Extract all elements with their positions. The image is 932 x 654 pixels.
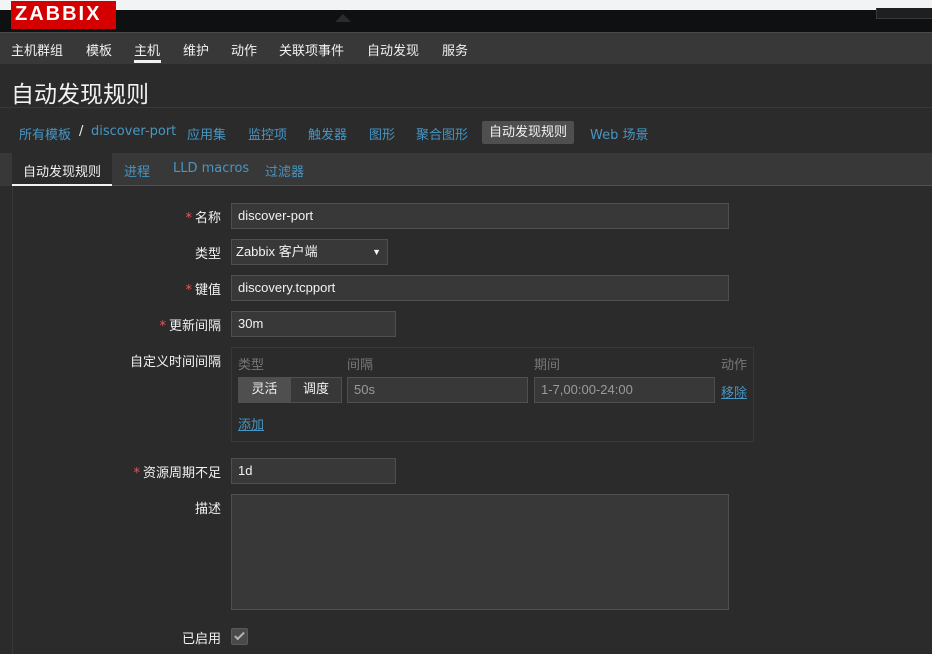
enabled-label: 已启用 bbox=[181, 632, 221, 647]
crumb-items[interactable]: 监控项 bbox=[248, 124, 287, 143]
form-area: * 名称 discover-port 类型 Zabbix 客户端 ▼ * 键值 dis… bbox=[12, 186, 932, 654]
key-label: * 键值 bbox=[185, 283, 221, 298]
tabs-bar: 自动发现规则 进程 LLD macros 过滤器 bbox=[0, 153, 932, 186]
nav-hosts[interactable]: 主机 bbox=[134, 40, 160, 59]
col-action-header: 动作 bbox=[721, 358, 748, 373]
crumb-screens[interactable]: 聚合图形 bbox=[416, 124, 468, 143]
zabbix-logo[interactable]: ZABBIX bbox=[11, 1, 116, 29]
required-mark: * bbox=[133, 466, 140, 481]
crumb-applications[interactable]: 应用集 bbox=[187, 124, 226, 143]
enabled-checkbox[interactable] bbox=[231, 628, 248, 645]
nav-host-groups[interactable]: 主机群组 bbox=[11, 40, 63, 59]
add-interval-link[interactable]: 添加 bbox=[238, 414, 264, 433]
custom-intervals-table: 类型 间隔 期间 动作 灵活 调度 50s 1-7,00:00-24:00 移除… bbox=[231, 347, 754, 442]
description-label: 描述 bbox=[194, 502, 221, 517]
nav-templates[interactable]: 模板 bbox=[86, 40, 112, 59]
page-header: 自动发现规则 bbox=[0, 64, 932, 108]
dropdown-arrow-icon: ▼ bbox=[372, 247, 381, 257]
name-label: * 名称 bbox=[185, 211, 221, 226]
crumb-template-name[interactable]: discover-port bbox=[91, 124, 176, 139]
nav-active-underline bbox=[134, 60, 161, 63]
crumb-all-templates[interactable]: 所有模板 bbox=[19, 124, 71, 143]
key-input[interactable]: discovery.tcpport bbox=[231, 275, 729, 301]
tab-filters[interactable]: 过滤器 bbox=[265, 161, 304, 180]
custom-period-placeholder: 1-7,00:00-24:00 bbox=[541, 382, 633, 397]
required-mark: * bbox=[185, 283, 192, 298]
menu-caret bbox=[335, 14, 351, 22]
crumb-discovery-rules[interactable]: 自动发现规则 bbox=[482, 121, 575, 144]
tab-preprocessing[interactable]: 进程 bbox=[124, 161, 150, 180]
browser-strip bbox=[0, 0, 932, 10]
interval-label: * 更新间隔 bbox=[159, 319, 221, 334]
custom-period-input[interactable]: 1-7,00:00-24:00 bbox=[534, 377, 715, 403]
scheduling-option[interactable]: 调度 bbox=[290, 378, 341, 402]
lifetime-input[interactable]: 1d bbox=[231, 458, 396, 484]
checkmark-icon bbox=[234, 629, 245, 641]
interval-type-toggle: 灵活 调度 bbox=[238, 377, 342, 403]
col-type-header: 类型 bbox=[238, 358, 265, 373]
tab-lld-macros[interactable]: LLD macros bbox=[173, 161, 249, 176]
name-input[interactable]: discover-port bbox=[231, 203, 729, 229]
flexible-option[interactable]: 灵活 bbox=[239, 378, 290, 402]
nav-services[interactable]: 服务 bbox=[442, 40, 468, 59]
crumb-graphs[interactable]: 图形 bbox=[369, 124, 395, 143]
interval-input[interactable]: 30m bbox=[231, 311, 396, 337]
type-select-value: Zabbix 客户端 bbox=[236, 244, 318, 259]
form-tabs: 自动发现规则 进程 LLD macros 过滤器 bbox=[12, 153, 932, 186]
nav-actions[interactable]: 动作 bbox=[231, 40, 257, 59]
crumb-web-scenarios[interactable]: Web 场景 bbox=[590, 124, 648, 143]
nav-discovery[interactable]: 自动发现 bbox=[367, 40, 419, 59]
custom-interval-placeholder: 50s bbox=[354, 382, 375, 397]
col-period-header: 期间 bbox=[534, 358, 561, 373]
description-textarea[interactable] bbox=[231, 494, 729, 610]
col-interval-header: 间隔 bbox=[347, 358, 374, 373]
required-mark: * bbox=[185, 211, 192, 226]
nav-correlation[interactable]: 关联项事件 bbox=[279, 40, 344, 59]
breadcrumb: 所有模板 / discover-port 应用集 监控项 触发器 图形 聚合图形… bbox=[0, 109, 932, 153]
main-nav: 主机群组 模板 主机 维护 动作 关联项事件 自动发现 服务 bbox=[0, 32, 932, 64]
crumb-separator: / bbox=[79, 124, 84, 139]
tab-discovery-rule[interactable]: 自动发现规则 bbox=[23, 161, 101, 180]
user-menu-box[interactable] bbox=[876, 8, 932, 19]
lifetime-label: * 资源周期不足 bbox=[133, 466, 221, 481]
custom-interval-input[interactable]: 50s bbox=[347, 377, 528, 403]
required-mark: * bbox=[159, 319, 166, 334]
type-label: 类型 bbox=[194, 247, 221, 262]
custom-intervals-label: 自定义时间间隔 bbox=[129, 355, 221, 370]
page-title: 自动发现规则 bbox=[11, 82, 149, 108]
nav-maintenance[interactable]: 维护 bbox=[183, 40, 209, 59]
remove-interval-link[interactable]: 移除 bbox=[721, 382, 747, 401]
logo-text: ZABBIX bbox=[15, 3, 102, 25]
type-select[interactable]: Zabbix 客户端 ▼ bbox=[231, 239, 388, 265]
top-bar: ZABBIX bbox=[0, 1, 932, 32]
crumb-triggers[interactable]: 触发器 bbox=[308, 124, 347, 143]
